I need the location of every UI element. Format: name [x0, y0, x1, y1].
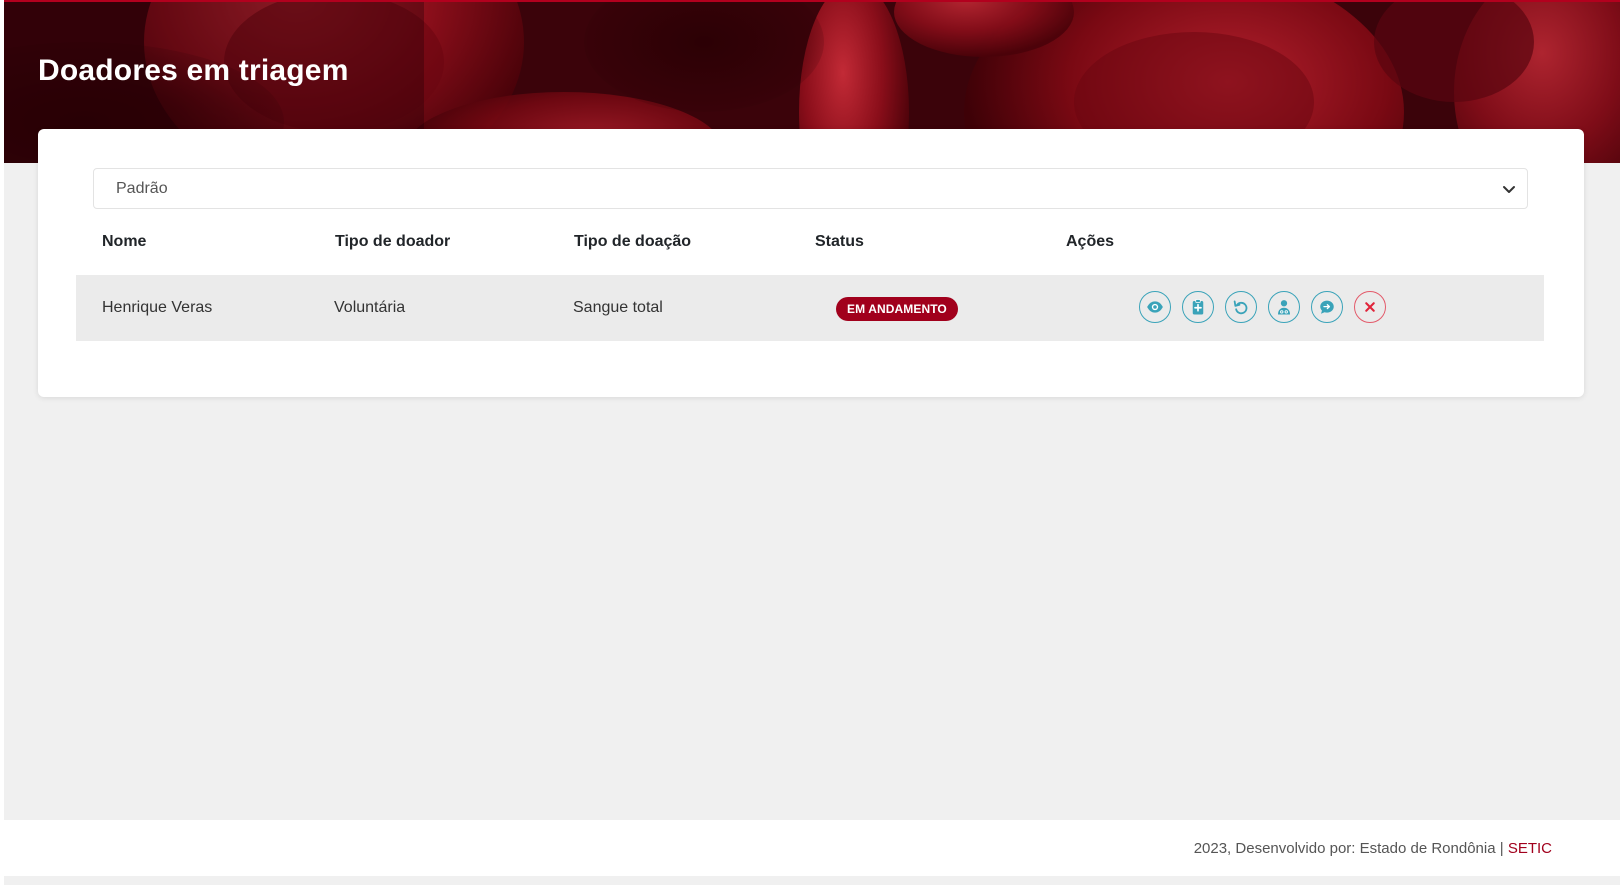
column-header-nome: Nome — [102, 233, 147, 250]
footer-credit: 2023, Desenvolvido por: Estado de Rondôn… — [1193, 840, 1504, 857]
view-button[interactable] — [1139, 291, 1171, 323]
footer-link-setic[interactable]: SETIC — [1508, 840, 1552, 857]
cancel-button[interactable] — [1354, 291, 1386, 323]
doctor-icon — [1278, 300, 1290, 315]
column-header-tipo-doacao: Tipo de doação — [574, 233, 692, 250]
add-triage-button[interactable] — [1182, 291, 1214, 323]
column-header-status: Status — [815, 233, 864, 250]
doctor-button[interactable] — [1268, 291, 1300, 323]
page-title: Doadores em triagem — [38, 54, 349, 87]
footer-text: 2023, Desenvolvido por: Estado de Rondôn… — [1194, 840, 1552, 857]
clipboard-plus-icon — [1192, 299, 1204, 315]
page: Doadores em triagem Padrão Nome Tipo de … — [0, 0, 1620, 885]
cell-tipo-doacao: Sangue total — [573, 299, 663, 316]
table-row: Henrique Veras Voluntária Sangue total E… — [76, 275, 1544, 341]
app-container: Doadores em triagem Padrão Nome Tipo de … — [4, 0, 1620, 885]
undo-button[interactable] — [1225, 291, 1257, 323]
eye-icon — [1147, 301, 1163, 313]
comment-button[interactable] — [1311, 291, 1343, 323]
cell-tipo-doador: Voluntária — [334, 299, 406, 316]
filter-select-value: Padrão — [116, 179, 168, 197]
comment-icon — [1320, 300, 1334, 314]
close-icon — [1365, 302, 1375, 312]
footer: 2023, Desenvolvido por: Estado de Rondôn… — [4, 820, 1620, 876]
chevron-down-icon — [1503, 186, 1515, 193]
cell-nome: Henrique Veras — [102, 299, 213, 316]
column-header-acoes: Ações — [1066, 233, 1115, 250]
status-badge: EM ANDAMENTO — [836, 297, 958, 321]
content-card: Padrão Nome Tipo de doador Tipo de doaçã… — [38, 129, 1584, 397]
column-header-tipo-doador: Tipo de doador — [335, 233, 451, 250]
undo-icon — [1233, 300, 1248, 315]
filter-select[interactable]: Padrão — [93, 168, 1528, 209]
